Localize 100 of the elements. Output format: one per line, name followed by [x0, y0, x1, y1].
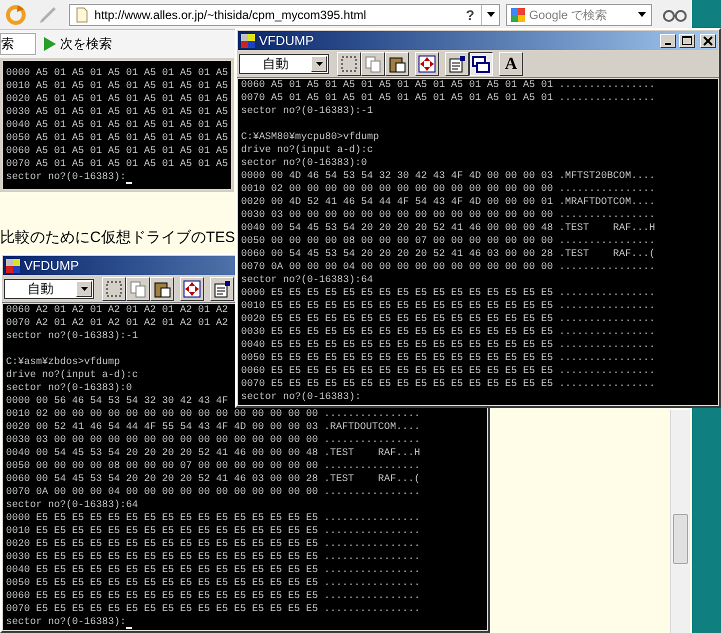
help-button[interactable]: ?	[459, 4, 482, 24]
console-line: drive no?(input a-d):c	[6, 369, 138, 382]
mode-dropdown[interactable]: 自動	[4, 278, 94, 298]
fullscreen-button[interactable]	[415, 52, 439, 76]
properties-button[interactable]	[445, 52, 469, 76]
console-line: 0020 E5 E5 E5 E5 E5 E5 E5 E5 E5 E5 E5 E5 E5 E5 E5 E5 ................	[6, 538, 420, 551]
console-line: 0030 03 00 00 00 00 00 00 00 00 00 00 00 00 00 00 00 ................	[241, 209, 656, 222]
console-line: sector no?(0-16383):	[241, 391, 362, 404]
windows-icon	[471, 54, 491, 74]
console-line: 0030 E5 E5 E5 E5 E5 E5 E5 E5 E5 E5 E5 E5 E5 E5 E5 E5 ................	[6, 551, 420, 564]
console-line: 0000 00 56 46 54 53 54 32 30 42 43 4F	[6, 395, 228, 408]
marquee-button[interactable]	[102, 276, 126, 300]
console-line: 0000 00 4D 46 54 53 54 32 30 42 43 4F 4D 00 00 00 03 .MFTST20BCOM....	[241, 170, 656, 183]
minimize-button[interactable]	[660, 34, 676, 48]
page-text: 比較のためにC仮想ドライブのTES	[0, 228, 236, 248]
property-sheet-icon	[212, 278, 232, 298]
console-line: sector no?(0-16383):0	[241, 157, 368, 170]
console-line: 0030 03 00 00 00 00 00 00 00 00 00 00 00 00 00 00 00 ................	[6, 434, 420, 447]
console-line: 0010 E5 E5 E5 E5 E5 E5 E5 E5 E5 E5 E5 E5 E5 E5 E5 E5 ................	[6, 525, 420, 538]
caret-icon	[638, 12, 646, 17]
mode-dropdown[interactable]: 自動	[239, 54, 329, 74]
minimize-icon	[665, 42, 671, 44]
console-line: 0010 A5 01 A5 01 A5 01 A5 01 A5 01 A5	[6, 80, 228, 93]
console-line: 0020 00 52 41 46 54 44 4F 55 54 43 4F 4D 00 00 00 03 .RAFTDOUTCOM....	[6, 421, 420, 434]
google-g-icon	[510, 6, 526, 22]
find-field[interactable]: 索	[0, 33, 36, 55]
console-line: 0060 E5 E5 E5 E5 E5 E5 E5 E5 E5 E5 E5 E5 E5 E5 E5 E5 ................	[6, 590, 420, 603]
maximize-icon	[682, 36, 692, 45]
find-next-button[interactable]: 次を検索	[42, 33, 114, 55]
close-button[interactable]	[700, 34, 716, 48]
paste-button[interactable]	[150, 276, 174, 300]
ms-dos-icon	[5, 258, 21, 274]
caret-icon	[80, 286, 88, 290]
console-line: 0040 E5 E5 E5 E5 E5 E5 E5 E5 E5 E5 E5 E5 E5 E5 E5 E5 ................	[6, 564, 420, 577]
copy-button[interactable]	[361, 52, 385, 76]
console-line: 0010 02 00 00 00 00 00 00 00 00 00 00 00 00 00 00 00 ................	[241, 183, 656, 196]
copy-icon	[128, 278, 148, 298]
console-line: 0000 E5 E5 E5 E5 E5 E5 E5 E5 E5 E5 E5 E5 E5 E5 E5 E5 ................	[241, 287, 656, 300]
console-line: 0060 00 54 45 53 54 20 20 20 20 52 41 46 03 00 00 28 .TEST RAF...(	[6, 473, 420, 486]
maximize-button[interactable]	[679, 34, 695, 48]
console-line: sector no?(0-16383):-1	[6, 330, 138, 343]
ms-dos-icon	[240, 32, 256, 48]
console-line: 0030 E5 E5 E5 E5 E5 E5 E5 E5 E5 E5 E5 E5 E5 E5 E5 E5 ................	[241, 326, 656, 339]
console-line: 0050 00 00 00 00 08 00 00 00 07 00 00 00 00 00 00 00 ................	[6, 460, 420, 473]
console-line: C:¥ASM80¥mycpu80>vfdump	[241, 131, 380, 144]
console-line: C:¥asm¥zbdos>vfdump	[6, 356, 120, 369]
console-line: 0050 A5 01 A5 01 A5 01 A5 01 A5 01 A5	[6, 132, 228, 145]
console-line: 0000 E5 E5 E5 E5 E5 E5 E5 E5 E5 E5 E5 E5 E5 E5 E5 E5 ................	[6, 512, 420, 525]
console-line: sector no?(0-16383):-1	[241, 105, 374, 118]
fullscreen-button[interactable]	[180, 276, 204, 300]
paste-button[interactable]	[385, 52, 409, 76]
console-line: 0050 E5 E5 E5 E5 E5 E5 E5 E5 E5 E5 E5 E5 E5 E5 E5 E5 ................	[6, 577, 420, 590]
console-line: sector no?(0-16383):64	[6, 499, 138, 512]
font-button[interactable]: A	[499, 52, 523, 76]
console-line: 0050 00 00 00 00 08 00 00 00 07 00 00 00 00 00 00 00 ................	[241, 235, 656, 248]
console-line: 0020 00 4D 52 41 46 54 44 4F 54 43 4F 4D 00 00 00 01 .MRAFTDOTCOM....	[241, 196, 656, 209]
console-line: 0020 A5 01 A5 01 A5 01 A5 01 A5 01 A5	[6, 93, 228, 106]
page-icon	[74, 6, 90, 22]
console-line: 0040 00 54 45 53 54 20 20 20 20 52 41 46 00 00 00 48 .TEST RAF...H	[241, 222, 656, 235]
console-line: sector no?(0-16383):	[6, 171, 126, 184]
scrollbar[interactable]	[670, 410, 690, 633]
console-line: 0060 00 54 45 53 54 20 20 20 20 52 41 46 03 00 00 28 .TEST RAF...(	[241, 248, 656, 261]
scrollbar-thumb[interactable]	[673, 514, 688, 564]
console-line: 0020 E5 E5 E5 E5 E5 E5 E5 E5 E5 E5 E5 E5 E5 E5 E5 E5 ................	[241, 313, 656, 326]
console-line: 0050 E5 E5 E5 E5 E5 E5 E5 E5 E5 E5 E5 E5 E5 E5 E5 E5 ................	[241, 352, 656, 365]
refresh-icon[interactable]	[4, 2, 28, 26]
copy-button[interactable]	[126, 276, 150, 300]
properties-button[interactable]	[210, 276, 234, 300]
close-icon	[703, 36, 713, 46]
four-arrows-icon	[182, 278, 202, 298]
console-line: 0070 A5 01 A5 01 A5 01 A5 01 A5 01 A5 01 A5 01 A5 01 ................	[241, 92, 656, 105]
search-field[interactable]: Google で検索	[506, 4, 652, 26]
mode-value: 自動	[26, 280, 54, 298]
console-line: 0070 A2 01 A2 01 A2 01 A2 01 A2 01 A2	[6, 317, 228, 330]
console-line: 0040 00 54 45 53 54 20 20 20 20 52 41 46 00 00 00 48 .TEST RAF...H	[6, 447, 420, 460]
console-line: 0060 E5 E5 E5 E5 E5 E5 E5 E5 E5 E5 E5 E5 E5 E5 E5 E5 ................	[241, 365, 656, 378]
console-line: 0000 A5 01 A5 01 A5 01 A5 01 A5 01 A5	[6, 67, 228, 80]
marquee-button[interactable]	[337, 52, 361, 76]
four-arrows-icon	[417, 54, 437, 74]
console-line: 0010 02 00 00 00 00 00 00 00 00 00 00 00 00 00 00 00 ................	[6, 408, 420, 421]
console-line: 0070 0A 00 00 00 04 00 00 00 00 00 00 00 00 00 00 00 ................	[6, 486, 420, 499]
console-line: sector no?(0-16383):64	[241, 274, 374, 287]
console-line: 0040 E5 E5 E5 E5 E5 E5 E5 E5 E5 E5 E5 E5 E5 E5 E5 E5 ................	[241, 339, 656, 352]
console-line: 0030 A5 01 A5 01 A5 01 A5 01 A5 01 A5	[6, 106, 228, 119]
url-text: http://www.alles.or.jp/~thisida/cpm_mycom395.html	[94, 6, 366, 24]
caret-icon	[316, 62, 322, 66]
console-line: sector no?(0-16383):	[6, 616, 126, 629]
console-line: 0060 A2 01 A2 01 A2 01 A2 01 A2 01 A2	[6, 304, 228, 317]
caret-icon	[486, 12, 495, 17]
console-line: 0010 E5 E5 E5 E5 E5 E5 E5 E5 E5 E5 E5 E5 E5 E5 E5 E5 ................	[241, 300, 656, 313]
console-line: sector no?(0-16383):0	[6, 382, 132, 395]
console-line: 0070 A5 01 A5 01 A5 01 A5 01 A5 01 A5	[6, 158, 228, 171]
play-icon	[44, 37, 56, 51]
copy-icon	[363, 54, 383, 74]
console-line: 0070 E5 E5 E5 E5 E5 E5 E5 E5 E5 E5 E5 E5 E5 E5 E5 E5 ................	[241, 378, 656, 391]
window-title: VFDUMP	[259, 32, 314, 50]
dashed-rectangle-icon	[104, 278, 124, 298]
dashed-rectangle-icon	[339, 54, 359, 74]
mode-value: 自動	[262, 54, 290, 73]
address-field[interactable]: http://www.alles.or.jp/~thisida/cpm_mycom395.html ?	[69, 4, 500, 26]
